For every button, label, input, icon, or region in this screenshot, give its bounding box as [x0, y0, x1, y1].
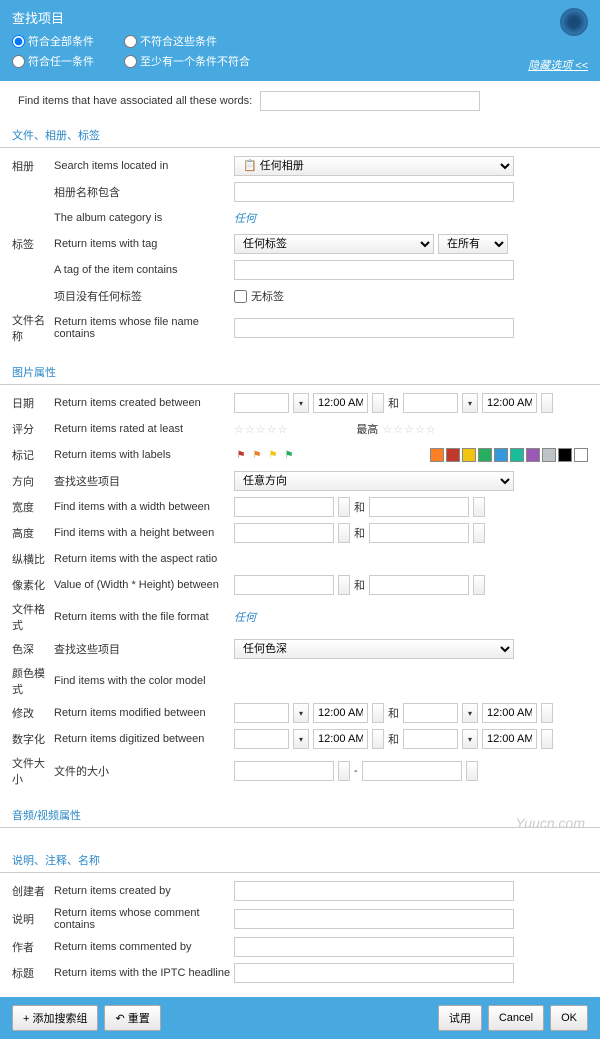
time-to[interactable]: [482, 393, 537, 413]
date-to[interactable]: [403, 393, 458, 413]
no-tag-desc: 项目没有任何标签: [54, 288, 234, 304]
dig-date-to[interactable]: [403, 729, 458, 749]
stars-min[interactable]: ☆☆☆☆☆: [234, 423, 288, 436]
album-category-link[interactable]: 任何: [234, 210, 256, 226]
eye-icon: [560, 8, 588, 36]
color-swatch[interactable]: [494, 448, 508, 462]
hide-options-link[interactable]: 隐藏选项 <<: [528, 57, 588, 73]
album-located-desc: Search items located in: [54, 160, 234, 172]
stars-max[interactable]: ☆☆☆☆☆: [382, 423, 436, 436]
tag-contains-desc: A tag of the item contains: [54, 264, 234, 276]
filename-label: 文件名称: [12, 312, 54, 344]
color-swatch[interactable]: [462, 448, 476, 462]
album-name-contains-desc: 相册名称包含: [54, 184, 234, 200]
section-file-album-tag: 文件、相册、标签: [0, 121, 600, 148]
size-to[interactable]: [362, 761, 462, 781]
mod-date-to[interactable]: [403, 703, 458, 723]
no-tag-checkbox[interactable]: [234, 290, 247, 303]
filename-desc: Return items whose file name contains: [54, 316, 234, 340]
color-swatch[interactable]: [446, 448, 460, 462]
tag-label: 标签: [12, 236, 54, 252]
tag-contains-input[interactable]: [234, 260, 514, 280]
size-from[interactable]: [234, 761, 334, 781]
flag-icons[interactable]: ⚑⚑⚑⚑: [234, 447, 296, 463]
search-words-label: Find items that have associated all thes…: [18, 95, 252, 107]
album-name-input[interactable]: [234, 182, 514, 202]
section-desc-notes: 说明、注释、名称: [0, 846, 600, 873]
format-link[interactable]: 任何: [234, 609, 256, 625]
width-from[interactable]: [234, 497, 334, 517]
radio-any[interactable]: 符合任一条件: [12, 53, 94, 69]
author-input[interactable]: [234, 937, 514, 957]
search-words-input[interactable]: [260, 91, 480, 111]
tag-scope-select[interactable]: 在所有: [438, 234, 508, 254]
height-to[interactable]: [369, 523, 469, 543]
dig-date-from[interactable]: [234, 729, 289, 749]
pixels-to[interactable]: [369, 575, 469, 595]
album-category-desc: The album category is: [54, 212, 234, 224]
radio-atleast[interactable]: 至少有一个条件不符合: [124, 53, 250, 69]
tag-with-desc: Return items with tag: [54, 238, 234, 250]
direction-select[interactable]: 任意方向: [234, 471, 514, 491]
creator-input[interactable]: [234, 881, 514, 901]
date-from[interactable]: [234, 393, 289, 413]
add-group-button[interactable]: + 添加搜索组: [12, 1005, 98, 1031]
time-from[interactable]: [313, 393, 368, 413]
album-select[interactable]: 📋 任何相册: [234, 156, 514, 176]
section-av-props: 音频/视频属性: [0, 801, 600, 828]
cancel-button[interactable]: Cancel: [488, 1005, 544, 1031]
reset-button[interactable]: ↶ 重置: [104, 1005, 160, 1031]
filename-input[interactable]: [234, 318, 514, 338]
width-to[interactable]: [369, 497, 469, 517]
comment-input[interactable]: [234, 909, 514, 929]
color-swatch[interactable]: [542, 448, 556, 462]
color-swatch[interactable]: [510, 448, 524, 462]
tag-select[interactable]: 任何标签: [234, 234, 434, 254]
radio-notall[interactable]: 不符合这些条件: [124, 33, 217, 49]
color-swatch[interactable]: [430, 448, 444, 462]
color-swatch[interactable]: [558, 448, 572, 462]
no-tag-label: 无标签: [251, 288, 284, 304]
depth-select[interactable]: 任何色深: [234, 639, 514, 659]
footer-bar: + 添加搜索组 ↶ 重置 试用 Cancel OK: [0, 997, 600, 1039]
color-swatch[interactable]: [526, 448, 540, 462]
color-swatch[interactable]: [478, 448, 492, 462]
radio-all[interactable]: 符合全部条件: [12, 33, 94, 49]
pixels-from[interactable]: [234, 575, 334, 595]
section-image-props: 图片属性: [0, 358, 600, 385]
mod-date-from[interactable]: [234, 703, 289, 723]
try-button[interactable]: 试用: [438, 1005, 482, 1031]
search-words-row: Find items that have associated all thes…: [0, 81, 600, 121]
headline-input[interactable]: [234, 963, 514, 983]
color-swatches[interactable]: [430, 448, 588, 462]
header-bar: 查找项目 符合全部条件 不符合这些条件 符合任一条件 至少有一个条件不符合 隐藏…: [0, 0, 600, 81]
ok-button[interactable]: OK: [550, 1005, 588, 1031]
color-swatch[interactable]: [574, 448, 588, 462]
dialog-title: 查找项目: [12, 8, 588, 27]
date-from-dd[interactable]: ▾: [293, 393, 309, 413]
album-label: 相册: [12, 158, 54, 174]
height-from[interactable]: [234, 523, 334, 543]
